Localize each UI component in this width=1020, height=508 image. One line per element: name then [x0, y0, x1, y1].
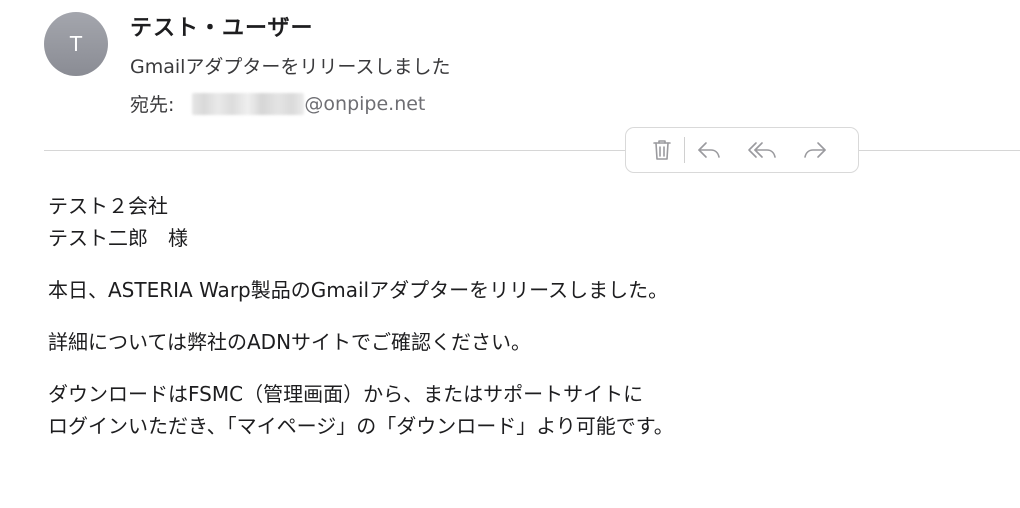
reply-all-button[interactable] [745, 132, 781, 168]
body-line-company: テスト２会社 [48, 194, 168, 218]
delete-button[interactable] [644, 132, 680, 168]
sender-name[interactable]: テスト・ユーザー [130, 10, 314, 42]
message-toolbar [625, 127, 859, 173]
avatar[interactable]: T [44, 12, 108, 76]
to-label: 宛先: [130, 94, 175, 116]
subject: Gmailアダプターをリリースしました [130, 56, 451, 78]
avatar-initial: T [69, 32, 83, 56]
message-header: T テスト・ユーザー Gmailアダプターをリリースしました 宛先: @onpi… [0, 0, 1020, 152]
reply-button[interactable] [691, 132, 727, 168]
redacted-recipient-name [192, 92, 305, 115]
reply-icon [698, 142, 720, 158]
body-line-download-1: ダウンロードはFSMC（管理画面）から、またはサポートサイトに [48, 382, 644, 406]
forward-icon [804, 142, 826, 158]
reply-all-icon [748, 142, 776, 158]
body-line-announcement: 本日、ASTERIA Warp製品のGmailアダプターをリリースしました。 [48, 278, 669, 302]
recipient-row: 宛先: @onpipe.net [130, 90, 425, 117]
body-line-download-2: ログインいただき、「マイページ」の「ダウンロード」より可能です。 [48, 414, 674, 438]
message-body: テスト２会社 テスト二郎 様 本日、ASTERIA Warp製品のGmailアダ… [48, 190, 1008, 442]
trash-icon [653, 140, 671, 160]
body-line-recipient: テスト二郎 様 [48, 226, 188, 250]
recipient-domain[interactable]: @onpipe.net [304, 93, 425, 115]
toolbar-separator [684, 137, 685, 163]
forward-button[interactable] [797, 132, 833, 168]
body-line-details: 詳細については弊社のADNサイトでご確認ください。 [48, 330, 532, 354]
header-divider [44, 150, 1020, 151]
